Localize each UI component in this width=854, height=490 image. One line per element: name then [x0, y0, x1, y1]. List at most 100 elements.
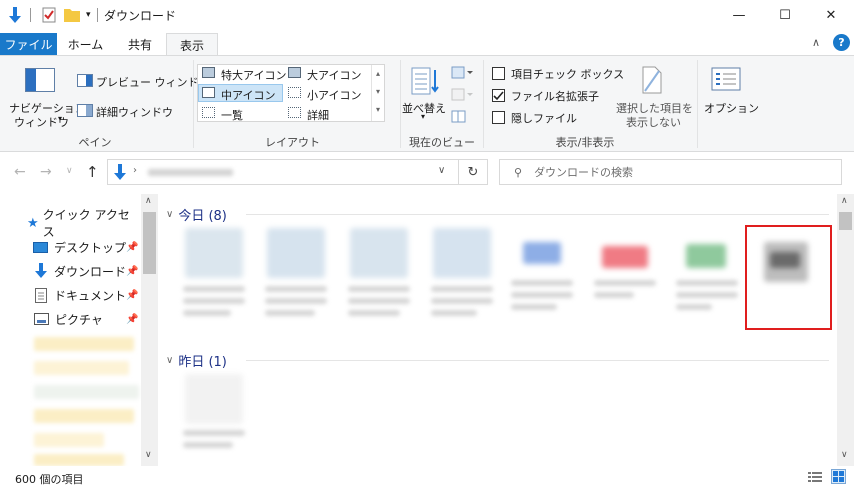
- nav-item-label: デスクトップ: [54, 240, 127, 255]
- scroll-down-icon[interactable]: ∨: [145, 450, 152, 460]
- group-by-icon[interactable]: [451, 66, 473, 80]
- large-icons-view-icon[interactable]: [831, 469, 846, 484]
- nav-item-label: ドキュメント: [54, 288, 127, 303]
- nav-quick-access[interactable]: ★ クイック アクセス: [0, 208, 140, 239]
- blurred-folder-item[interactable]: [34, 361, 129, 375]
- file-tile[interactable]: [177, 228, 251, 338]
- list-option[interactable]: 一覧: [221, 107, 243, 123]
- file-name: [183, 286, 245, 292]
- customize-toolbar-icon[interactable]: ▾: [86, 10, 91, 20]
- item-checkboxes-label[interactable]: 項目チェック ボックス: [511, 66, 624, 82]
- file-tile[interactable]: [342, 228, 416, 338]
- file-name: [511, 280, 573, 286]
- search-icon: ⚲: [514, 165, 523, 179]
- breadcrumb-path[interactable]: [148, 169, 233, 176]
- chevron-down-icon[interactable]: ▾: [58, 114, 62, 123]
- help-icon[interactable]: ?: [833, 34, 850, 51]
- group-header-today[interactable]: ∨ 今日 (8): [166, 203, 227, 225]
- hide-selected-icon[interactable]: [641, 66, 663, 94]
- file-tile[interactable]: [259, 228, 333, 338]
- blurred-folder-item[interactable]: [34, 409, 134, 423]
- file-thumbnail: [350, 228, 408, 278]
- minimize-button[interactable]: —: [716, 0, 762, 31]
- extra-large-icons-icon: [202, 67, 215, 78]
- up-icon[interactable]: ↑: [86, 163, 99, 181]
- file-name: [594, 280, 656, 286]
- gallery-scrollbar[interactable]: ▴ ▾ ▾: [371, 65, 384, 121]
- blurred-folder-item[interactable]: [34, 454, 124, 466]
- small-icons-option[interactable]: 小アイコン: [307, 87, 361, 103]
- new-folder-icon[interactable]: [64, 8, 80, 22]
- sort-by-icon[interactable]: [410, 66, 440, 96]
- pictures-icon: [34, 313, 49, 325]
- tab-view[interactable]: 表示: [166, 33, 218, 56]
- nav-item-documents[interactable]: ドキュメント 📌: [0, 284, 140, 306]
- file-tile[interactable]: [670, 228, 744, 338]
- hide-selected-label-2[interactable]: 表示しない: [626, 114, 681, 130]
- nav-quick-access-label: クイック アクセス: [42, 208, 130, 239]
- file-extensions-checkbox[interactable]: [492, 89, 505, 102]
- chevron-up-icon[interactable]: ∧: [812, 36, 820, 49]
- maximize-button[interactable]: ☐: [762, 0, 808, 31]
- nav-scroll-thumb[interactable]: [143, 212, 156, 274]
- window-title: ダウンロード: [104, 9, 177, 23]
- item-checkboxes-checkbox[interactable]: [492, 67, 505, 80]
- blurred-folder-item[interactable]: [34, 337, 134, 351]
- nav-item-pictures[interactable]: ピクチャ 📌: [0, 308, 140, 330]
- refresh-button[interactable]: ↻: [459, 159, 488, 185]
- tab-home[interactable]: ホーム: [57, 33, 114, 55]
- scroll-down-icon[interactable]: ∨: [841, 450, 848, 460]
- file-extensions-label[interactable]: ファイル名拡張子: [511, 88, 599, 104]
- tab-share[interactable]: 共有: [114, 33, 166, 55]
- file-tile[interactable]: [505, 228, 579, 338]
- ribbon: ナビゲーション ウィンドウ ▾ プレビュー ウィンドウ 詳細ウィンドウ ペイン …: [0, 55, 854, 152]
- blurred-folder-item[interactable]: [34, 433, 104, 447]
- file-tile[interactable]: [588, 228, 662, 338]
- address-dropdown-icon[interactable]: ∨: [438, 165, 445, 176]
- file-name: [348, 298, 410, 304]
- hidden-items-label[interactable]: 隠しファイル: [511, 110, 577, 126]
- tab-file[interactable]: ファイル: [0, 33, 57, 55]
- scroll-up-icon[interactable]: ∧: [145, 196, 152, 206]
- large-icons-icon: [288, 67, 301, 78]
- file-name: [265, 286, 327, 292]
- address-bar[interactable]: › ∨: [107, 159, 459, 185]
- hidden-items-checkbox[interactable]: [492, 111, 505, 124]
- recent-locations-icon[interactable]: ∨: [66, 166, 73, 176]
- details-pane-button[interactable]: 詳細ウィンドウ: [96, 104, 173, 120]
- nav-item-downloads[interactable]: ダウンロード 📌: [0, 260, 140, 282]
- group-header-label: 今日 (8): [178, 208, 227, 224]
- show-hide-group-label: 表示/非表示: [555, 136, 615, 149]
- file-tile[interactable]: [425, 228, 499, 338]
- options-button[interactable]: オプション: [704, 100, 759, 116]
- chevron-down-icon: ∨: [166, 208, 174, 220]
- file-tile[interactable]: [177, 374, 251, 466]
- forward-icon[interactable]: →: [40, 164, 52, 180]
- scroll-up-icon[interactable]: ∧: [841, 196, 848, 206]
- file-name: [348, 286, 410, 292]
- extra-large-icons-option[interactable]: 特大アイコン: [221, 67, 286, 83]
- file-name: [348, 310, 400, 316]
- chevron-down-icon[interactable]: ▾: [421, 112, 425, 121]
- search-input[interactable]: ⚲ ダウンロードの検索: [499, 159, 842, 185]
- content-scrollbar[interactable]: ∧ ∨: [837, 194, 854, 466]
- back-icon[interactable]: ←: [14, 164, 26, 180]
- nav-item-desktop[interactable]: デスクトップ 📌: [0, 236, 140, 258]
- large-icons-option[interactable]: 大アイコン: [307, 67, 361, 83]
- medium-icons-option[interactable]: 中アイコン: [221, 87, 275, 103]
- options-icon[interactable]: [711, 67, 741, 91]
- file-name: [511, 304, 557, 310]
- group-divider: [400, 60, 401, 148]
- close-button[interactable]: ✕: [808, 0, 854, 31]
- group-divider: [246, 214, 829, 215]
- file-name: [431, 310, 477, 316]
- file-thumbnail: [686, 244, 726, 268]
- details-view-icon[interactable]: [808, 471, 822, 483]
- download-arrow-icon[interactable]: [8, 7, 22, 24]
- navigation-pane-icon[interactable]: [25, 68, 55, 92]
- details-option[interactable]: 詳細: [307, 107, 329, 123]
- group-header-yesterday[interactable]: ∨ 昨日 (1): [166, 349, 227, 371]
- content-scroll-thumb[interactable]: [839, 212, 852, 230]
- blurred-folder-item[interactable]: [34, 385, 139, 399]
- properties-icon[interactable]: [42, 7, 56, 23]
